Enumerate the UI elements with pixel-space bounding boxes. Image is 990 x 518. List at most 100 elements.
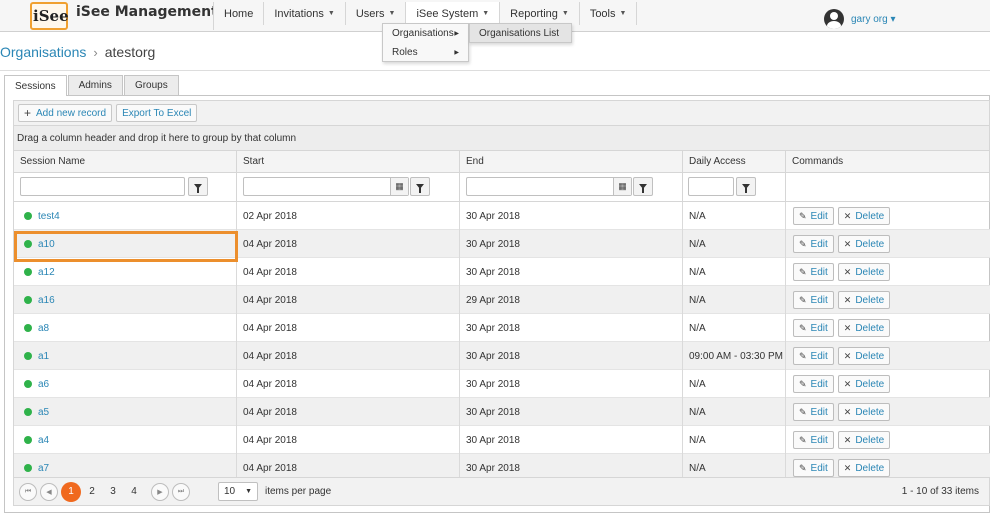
- session-name-link[interactable]: test4: [38, 211, 60, 222]
- table-row[interactable]: a6 04 Apr 2018 30 Apr 2018 N/A ✎ Edit ✕ Delete: [14, 370, 990, 398]
- delete-button[interactable]: ✕ Delete: [837, 347, 891, 365]
- table-row[interactable]: a5 04 Apr 2018 30 Apr 2018 N/A ✎ Edit ✕ Delete: [14, 398, 990, 426]
- first-page-icon[interactable]: ⏮: [19, 482, 37, 501]
- close-icon: ✕: [843, 238, 852, 249]
- breadcrumb: Organisations › atestorg: [0, 44, 155, 60]
- group-drop-area[interactable]: Drag a column header and drop it here to…: [13, 125, 990, 150]
- delete-button[interactable]: ✕ Delete: [837, 291, 891, 309]
- breadcrumb-organisations-link[interactable]: Organisations: [0, 44, 86, 60]
- edit-button[interactable]: ✎ Edit: [793, 235, 834, 253]
- session-name-link[interactable]: a12: [38, 267, 55, 278]
- table-row[interactable]: a4 04 Apr 2018 30 Apr 2018 N/A ✎ Edit ✕ Delete: [14, 426, 990, 454]
- cell-end: 30 Apr 2018: [460, 314, 683, 342]
- pencil-icon: ✎: [799, 210, 807, 221]
- calendar-icon[interactable]: ▦: [613, 178, 631, 195]
- column-header-start[interactable]: Start: [237, 151, 460, 172]
- table-row[interactable]: a16 04 Apr 2018 29 Apr 2018 N/A ✎ Edit ✕ Delete: [14, 286, 990, 314]
- edit-button[interactable]: ✎ Edit: [793, 459, 834, 477]
- edit-button[interactable]: ✎ Edit: [793, 207, 834, 225]
- page-3[interactable]: 3: [103, 482, 123, 502]
- table-row[interactable]: a1 04 Apr 2018 30 Apr 2018 09:00 AM - 03:30…: [14, 342, 990, 370]
- add-new-record-button[interactable]: + Add new record: [18, 104, 113, 122]
- caret-down-icon: ▼: [388, 10, 396, 17]
- last-page-icon[interactable]: ⏭: [172, 482, 190, 501]
- prev-page-icon[interactable]: ◀: [40, 482, 58, 501]
- cell-daily-access: N/A: [683, 398, 786, 426]
- start-date-filter-input[interactable]: ▦: [243, 177, 409, 196]
- table-row[interactable]: a10 04 Apr 2018 30 Apr 2018 N/A ✎ Edit ✕ Delete: [14, 230, 990, 258]
- cell-session-name: a12: [14, 258, 237, 286]
- export-to-excel-button[interactable]: Export To Excel: [116, 104, 198, 122]
- nav-invitations[interactable]: Invitations ▼: [264, 2, 346, 25]
- filter-button[interactable]: [633, 177, 653, 196]
- pencil-icon: ✎: [799, 462, 807, 473]
- session-name-link[interactable]: a8: [38, 323, 49, 334]
- delete-button[interactable]: ✕ Delete: [837, 431, 891, 449]
- delete-button[interactable]: ✕ Delete: [837, 375, 891, 393]
- nav-tools[interactable]: Tools ▼: [579, 2, 638, 25]
- edit-button[interactable]: ✎ Edit: [793, 291, 834, 309]
- close-icon: ✕: [843, 462, 852, 473]
- session-name-filter-input[interactable]: [20, 177, 185, 196]
- edit-button[interactable]: ✎ Edit: [793, 375, 834, 393]
- user-menu[interactable]: gary org ▾: [824, 9, 895, 29]
- session-name-link[interactable]: a16: [38, 295, 55, 306]
- column-header-daily-access[interactable]: Daily Access: [683, 151, 786, 172]
- next-page-icon[interactable]: ▶: [151, 482, 169, 501]
- cell-start: 04 Apr 2018: [237, 370, 460, 398]
- page-4[interactable]: 4: [124, 482, 144, 502]
- delete-button[interactable]: ✕ Delete: [837, 207, 891, 225]
- filter-cell-daily-access: [683, 173, 786, 201]
- end-date-filter-input[interactable]: ▦: [466, 177, 632, 196]
- button-label: Delete: [855, 266, 885, 278]
- tab-admins[interactable]: Admins: [67, 75, 123, 95]
- delete-button[interactable]: ✕ Delete: [837, 235, 891, 253]
- filter-button[interactable]: [736, 177, 756, 196]
- close-icon: ✕: [843, 322, 852, 333]
- menu-item-organisations[interactable]: Organisations ▶: [383, 24, 468, 43]
- isee-logo[interactable]: iSee: [30, 2, 70, 32]
- session-name-link[interactable]: a1: [38, 351, 49, 362]
- menu-item-organisations-list[interactable]: Organisations List: [470, 24, 571, 43]
- nav-isee-system[interactable]: iSee System ▼: [406, 2, 501, 25]
- edit-button[interactable]: ✎ Edit: [793, 263, 834, 281]
- page-1[interactable]: 1: [61, 481, 81, 502]
- edit-button[interactable]: ✎ Edit: [793, 347, 834, 365]
- tab-sessions[interactable]: Sessions: [4, 75, 67, 96]
- session-name-link[interactable]: a7: [38, 463, 49, 474]
- button-label: Add new record: [36, 107, 107, 119]
- tab-groups[interactable]: Groups: [123, 75, 179, 95]
- nav-reporting[interactable]: Reporting ▼: [500, 2, 580, 25]
- edit-button[interactable]: ✎ Edit: [793, 431, 834, 449]
- nav-users[interactable]: Users ▼: [345, 2, 407, 25]
- delete-button[interactable]: ✕ Delete: [837, 459, 891, 477]
- delete-button[interactable]: ✕ Delete: [837, 319, 891, 337]
- session-name-link[interactable]: a5: [38, 407, 49, 418]
- delete-button[interactable]: ✕ Delete: [837, 263, 891, 281]
- table-row[interactable]: a12 04 Apr 2018 30 Apr 2018 N/A ✎ Edit ✕ Delete: [14, 258, 990, 286]
- edit-button[interactable]: ✎ Edit: [793, 403, 834, 421]
- delete-button[interactable]: ✕ Delete: [837, 403, 891, 421]
- edit-button[interactable]: ✎ Edit: [793, 319, 834, 337]
- table-row[interactable]: test4 02 Apr 2018 30 Apr 2018 N/A ✎ Edit ✕ Dele…: [14, 202, 990, 230]
- filter-button[interactable]: [410, 177, 430, 196]
- status-dot-icon: [24, 352, 32, 360]
- menu-item-roles[interactable]: Roles ▶: [383, 43, 468, 62]
- cell-commands: ✎ Edit ✕ Delete: [786, 314, 990, 342]
- session-name-link[interactable]: a4: [38, 435, 49, 446]
- nav-home[interactable]: Home: [214, 2, 265, 25]
- page-2[interactable]: 2: [82, 482, 102, 502]
- column-header-end[interactable]: End: [460, 151, 683, 172]
- session-name-link[interactable]: a10: [38, 239, 55, 250]
- table-row[interactable]: a7 04 Apr 2018 30 Apr 2018 N/A ✎ Edit ✕ Delete: [14, 454, 990, 477]
- daily-access-filter-input[interactable]: [688, 177, 734, 196]
- pencil-icon: ✎: [799, 378, 807, 389]
- column-header-session-name[interactable]: Session Name: [14, 151, 237, 172]
- filter-button[interactable]: [188, 177, 208, 196]
- page-size-select[interactable]: 10 ▼: [218, 482, 258, 501]
- calendar-icon[interactable]: ▦: [390, 178, 408, 195]
- table-row[interactable]: a8 04 Apr 2018 30 Apr 2018 N/A ✎ Edit ✕ Delete: [14, 314, 990, 342]
- button-label: Delete: [855, 462, 885, 474]
- cell-commands: ✎ Edit ✕ Delete: [786, 258, 990, 286]
- session-name-link[interactable]: a6: [38, 379, 49, 390]
